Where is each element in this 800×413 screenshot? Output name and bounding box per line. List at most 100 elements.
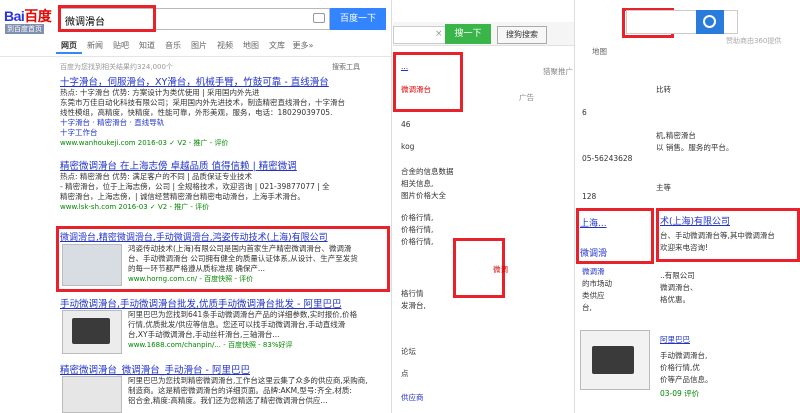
tab-tieba[interactable]: 贴吧: [108, 38, 134, 54]
divider: [0, 56, 391, 57]
result-title[interactable]: 手动微调滑台,手动微调滑台批发,优质手动微调滑台批发 - 阿里巴巴: [60, 296, 390, 310]
result-item: 十字滑台，伺服滑台，XY滑台，机械手臂，竹鼓可靠 - 直线滑台 热点: 十字滑台…: [60, 74, 390, 148]
result-sublinks[interactable]: 十字滑台 · 精密滑台 · 直线导轨: [60, 118, 390, 128]
sogou-results-panel: × 搜一下 搜狗搜索 猎聚推广 广告 ... 微调滑台 46 kog 合金的信息…: [393, 0, 575, 413]
factory-image[interactable]: [62, 244, 122, 286]
highlight-box: [393, 52, 463, 112]
result-title[interactable]: 十字滑台，伺服滑台，XY滑台，机械手臂，竹鼓可靠 - 直线滑台: [60, 74, 390, 88]
result-title[interactable]: 精密微调滑台 在上海志傍 卓越品质 值得信赖 | 精密微调: [60, 158, 390, 172]
text-line: 类供应: [582, 291, 605, 300]
text-line: 比转: [656, 85, 671, 94]
search-input[interactable]: [393, 26, 453, 44]
logo-bai: Bai: [4, 8, 25, 24]
text-line: 点: [401, 369, 409, 378]
tab-news[interactable]: 新闻: [82, 38, 108, 54]
result-line: - 精密滑台，位于上海志傍，公司 | 全规格技术，欢迎咨询 | 021-3987…: [60, 182, 330, 191]
baidu-logo[interactable]: Bai百度 到百度首页: [4, 6, 54, 34]
stage-device-image: [72, 318, 110, 344]
product-image[interactable]: [62, 376, 122, 413]
search-tools[interactable]: 搜索工具: [332, 62, 360, 72]
text-line: 图片价格大全: [401, 191, 446, 200]
tab-video[interactable]: 视频: [212, 38, 238, 54]
search-button[interactable]: 百度一下: [330, 8, 386, 30]
result-body: 阿里巴巴为您找到精密微调滑台,工作台这里云集了众多的供应商,采购商, 制造商。这…: [128, 376, 386, 406]
result-title-fragment[interactable]: 阿里巴巴: [660, 334, 690, 345]
text-line: 价格行情,: [401, 213, 434, 222]
text-line: 的市场动: [582, 279, 612, 288]
search-icon[interactable]: [696, 10, 724, 34]
close-icon[interactable]: ×: [435, 29, 443, 39]
text-line: 128: [582, 192, 597, 201]
result-url[interactable]: 03-09 评价: [660, 388, 699, 399]
stage-device-image: [592, 346, 634, 374]
sponsor-tag: 赞助商由360提供: [726, 37, 782, 45]
go-button[interactable]: 搜一下: [445, 24, 491, 44]
result-item: 微调滑台,精密微调滑台,手动微调滑台,鸿姿传动技术(上海)有限公司: [60, 230, 390, 243]
result-title-fragment[interactable]: 术(上海)有限公司: [660, 214, 730, 227]
result-url[interactable]: www.1688.com/chanpin/... - 百度快照 - 83%好评: [128, 340, 386, 350]
result-line: 铝合金,精度:高精度。我们还为您精选了精密微调滑台供应...: [128, 396, 328, 405]
search-tabs: 网页 新闻 贴吧 知道 音乐 图片 视频 地图 文库 更多»: [56, 38, 316, 54]
text-line: 价格行情,: [401, 225, 434, 234]
boxed-keyword: 微调滑台: [401, 85, 431, 94]
result-title[interactable]: 精密微调滑台_微调滑台_手动滑台 - 阿里巴巴: [60, 362, 390, 376]
logo-du: 百度: [24, 8, 52, 24]
baidu-logo-text: Bai百度: [4, 6, 52, 26]
text-line: 发滑台,: [401, 301, 426, 310]
result-line: 热点: 十字滑台 优势: 方案设计为类优使用 | 采用国内外先进: [60, 88, 260, 97]
result-line: 台、手动微调滑台 公司拥有健全的质量认证体系,从设计、生产至发货: [128, 254, 358, 263]
text-line: 论坛: [401, 347, 416, 356]
camera-icon[interactable]: [313, 13, 325, 23]
result-line: 行情,优质批发/供应等信息。您还可以找手动微调滑台,手动直线滑: [128, 320, 346, 329]
baidu-results-panel: Bai百度 到百度首页 微调滑台 百度一下 网页 新闻 贴吧 知道 音乐 图片 …: [0, 0, 392, 413]
result-body: 鸿姿传动技术(上海)有限公司是国内首家生产精密微调滑台、微调滑 台、手动微调滑台…: [128, 244, 386, 284]
text-line: 以 销售。服务的平台。: [656, 143, 734, 152]
tab-map[interactable]: 地图: [238, 38, 264, 54]
text-line: 手动微调滑台,: [660, 351, 708, 360]
result-url[interactable]: www.lsk-sh.com 2016-03 ✓ V2 - 推广 - 评价: [60, 202, 390, 212]
tab-images[interactable]: 图片: [186, 38, 212, 54]
result-url[interactable]: www.horng.com.cn/ - 百度快照 - 评价: [128, 274, 386, 284]
result-count: 百度为您找到相关结果约324,000个: [60, 63, 173, 71]
result-line: 热点: 精密滑台 优势: 满足客户的不同 | 品质保证专业技术: [60, 172, 252, 181]
text-line: 05-56243628: [582, 154, 633, 163]
tab-more[interactable]: 更多»: [290, 38, 316, 54]
result-body: 阿里巴巴为您找到641条手动微调滑台产品的详细参数,实时报价,价格 行情,优质批…: [128, 310, 386, 350]
home-link[interactable]: 到百度首页: [5, 24, 44, 34]
result-item: 手动微调滑台,手动微调滑台批发,优质手动微调滑台批发 - 阿里巴巴: [60, 296, 390, 310]
boxed-keyword: 微调: [493, 265, 508, 274]
result-url[interactable]: www.wanhoukeji.com 2016-03 ✓ V2 - 推广 - 评…: [60, 138, 390, 148]
tab-web[interactable]: 网页: [56, 38, 82, 54]
result-title-fragment[interactable]: ...: [401, 62, 408, 71]
tab-zhidao[interactable]: 知道: [134, 38, 160, 54]
result-line: 台,XY手动微调滑台,手动丝杆滑台,三轴滑台...: [128, 330, 280, 339]
text-line[interactable]: 供应商: [401, 392, 424, 403]
result-line: 阿里巴巴为您找到641条手动微调滑台产品的详细参数,实时报价,价格: [128, 310, 358, 319]
text-line: 合金的信息数据: [401, 167, 454, 176]
highlight-box: [58, 5, 156, 32]
result-line: 线性模组，高精度，快精度，性能可靠，外形美观，服务，电话：18029039705…: [60, 108, 333, 117]
text-line: kog: [401, 142, 415, 151]
text-line: 6: [582, 108, 587, 117]
tab-wenku[interactable]: 文库: [264, 38, 290, 54]
result-line: 的每一环节都严格遵从质标准规 确保产...: [128, 264, 266, 273]
result-item: 精密微调滑台 在上海志傍 卓越品质 值得信赖 | 精密微调 热点: 精密滑台 优…: [60, 158, 390, 212]
result-sublink[interactable]: 十字工作台: [60, 128, 390, 138]
tab-map[interactable]: 地图: [592, 46, 607, 57]
text-line: 台,: [582, 303, 592, 312]
text-line: 价等产品信息。: [660, 375, 713, 384]
text-line: 格行情: [401, 289, 424, 298]
result-title[interactable]: 微调滑台,精密微调滑台,手动微调滑台,鸿姿传动技术(上海)有限公司: [60, 230, 390, 243]
result-line: 阿里巴巴为您找到精密微调滑台,工作台这里云集了众多的供应商,采购商,: [128, 376, 368, 385]
result-title-fragment[interactable]: 微调滑: [580, 246, 607, 259]
so360-results-panel: 赞助商由360提供 地图 比转 机,精密滑台 以 销售。服务的平台。 主等 6 …: [576, 0, 800, 413]
tab-music[interactable]: 音乐: [160, 38, 186, 54]
text-line: 微调滑台、: [660, 283, 698, 292]
text-line: 相关信息,: [401, 179, 434, 188]
result-title-fragment[interactable]: 上海...: [580, 216, 607, 229]
text-line[interactable]: 微调滑: [582, 266, 605, 277]
ad-tag: 猎聚推广: [543, 67, 573, 76]
sogou-search-button[interactable]: 搜狗搜索: [497, 26, 547, 44]
result-line: 制造商。这是精密微调滑台的详细页面。品牌:AKM,型号:齐全,材质:: [128, 386, 352, 395]
result-line: 东莞市万佳自动化科技有限公司；采用国内外先进技术，制造精密直线滑台，十字滑台: [60, 98, 345, 107]
